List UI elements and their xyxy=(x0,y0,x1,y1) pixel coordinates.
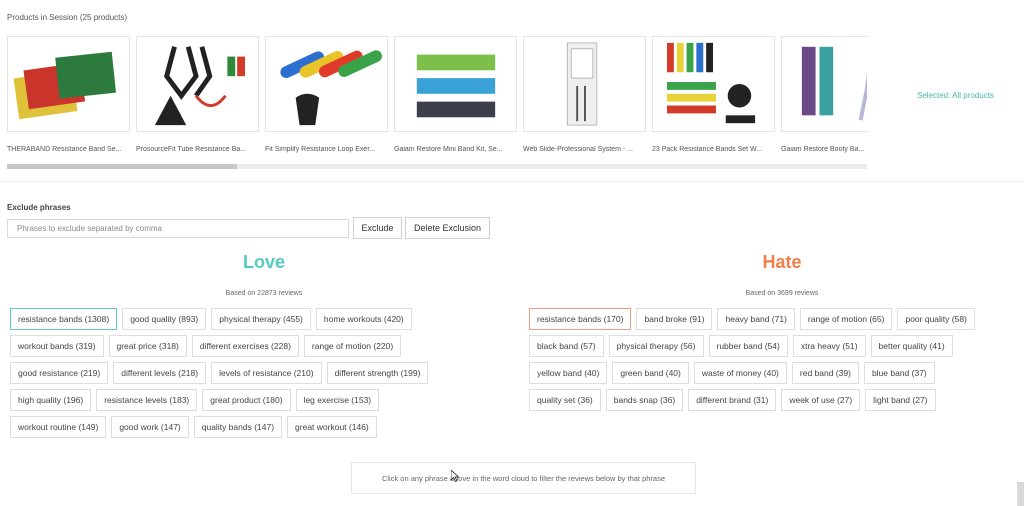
hate-phrase-chip[interactable]: quality set (36) xyxy=(529,389,601,411)
products-section-title: Products in Session (25 products) xyxy=(7,13,128,22)
love-phrase-chip[interactable]: resistance bands (1308) xyxy=(10,308,118,330)
flat-resistance-bands-image xyxy=(13,51,117,120)
hate-phrase-row: black band (57) physical therapy (56) rubb… xyxy=(529,335,975,357)
love-phrase-row: high quality (196) resistance levels (183… xyxy=(10,389,428,411)
love-phrase-row: resistance bands (1308) good quality (893… xyxy=(10,308,428,330)
mouse-cursor-icon xyxy=(451,470,459,482)
hate-phrase-chip[interactable]: rubber band (54) xyxy=(708,335,788,357)
hate-phrase-chip[interactable]: yellow band (40) xyxy=(529,362,608,384)
product-carousel[interactable] xyxy=(7,36,867,134)
love-phrase-chip[interactable]: levels of resistance (210) xyxy=(211,362,322,384)
product-caption[interactable]: Gaiam Restore Mini Band Kit, Se... xyxy=(394,146,518,153)
product-caption[interactable]: ProsourceFit Tube Resistance Ba... xyxy=(136,146,260,153)
section-divider xyxy=(0,181,1024,182)
hate-phrase-chip[interactable]: better quality (41) xyxy=(870,335,953,357)
product-card[interactable] xyxy=(394,36,517,132)
hate-based-on: Based on 3699 reviews xyxy=(745,290,819,297)
hate-phrase-chip[interactable]: heavy band (71) xyxy=(717,308,795,330)
love-phrase-chip[interactable]: good resistance (219) xyxy=(10,362,109,384)
exclude-phrases-input[interactable] xyxy=(7,219,349,238)
phrase-filter-hint: Click on any phrase above in the word cl… xyxy=(351,462,696,494)
delete-exclusion-button[interactable]: Delete Exclusion xyxy=(405,217,490,239)
love-phrase-row: good resistance (219) different levels (2… xyxy=(10,362,429,384)
love-phrase-chip[interactable]: great workout (146) xyxy=(287,416,377,438)
loop-bands-image xyxy=(280,50,382,126)
product-caption[interactable]: 23 Pack Resistance Bands Set W... xyxy=(652,146,776,153)
hate-phrase-row: yellow band (40) green band (40) waste of … xyxy=(529,362,975,384)
product-card[interactable] xyxy=(523,36,646,132)
hate-phrase-chip[interactable]: light band (27) xyxy=(865,389,936,411)
love-phrase-chip[interactable]: workout bands (319) xyxy=(10,335,104,357)
hate-phrase-chip[interactable]: black band (57) xyxy=(529,335,604,357)
product-caption[interactable]: Web Slide-Professional System - ... xyxy=(523,146,647,153)
love-phrase-chip[interactable]: different strength (199) xyxy=(326,362,429,384)
love-based-on: Based on 22873 reviews xyxy=(225,290,303,297)
booty-band-image xyxy=(801,46,867,121)
love-phrase-chip[interactable]: good work (147) xyxy=(111,416,189,438)
love-phrase-chip[interactable]: great product (180) xyxy=(202,389,291,411)
hate-title: Hate xyxy=(762,252,802,272)
love-phrase-cloud: resistance bands (1308) good quality (893… xyxy=(10,308,429,443)
product-caption[interactable]: Fit Simplify Resistance Loop Exer... xyxy=(265,146,389,153)
hate-phrase-chip[interactable]: resistance bands (170) xyxy=(529,308,632,330)
love-phrase-chip[interactable]: good quality (893) xyxy=(122,308,207,330)
hate-phrase-chip[interactable]: week of use (27) xyxy=(781,389,861,411)
bands-set-image xyxy=(666,42,756,124)
product-caption[interactable]: THERABAND Resistance Band Se... xyxy=(7,146,131,153)
love-phrase-chip[interactable]: home workouts (420) xyxy=(315,308,412,330)
love-phrase-chip[interactable]: resistance levels (183) xyxy=(96,389,198,411)
product-captions: THERABAND Resistance Band Se... Prosource… xyxy=(7,146,867,158)
hate-phrase-row: quality set (36) bands snap (36) different… xyxy=(529,389,975,411)
hate-phrase-chip[interactable]: physical therapy (56) xyxy=(608,335,704,357)
love-title: Love xyxy=(242,252,285,272)
love-phrase-row: workout bands (319) great price (318) diff… xyxy=(10,335,428,357)
hate-phrase-chip[interactable]: range of motion (65) xyxy=(799,308,893,330)
love-phrase-chip[interactable]: leg exercise (153) xyxy=(295,389,380,411)
love-phrase-chip[interactable]: range of motion (220) xyxy=(303,335,402,357)
exclude-button[interactable]: Exclude xyxy=(353,217,402,239)
hate-phrase-chip[interactable]: different brand (31) xyxy=(688,389,777,411)
hate-phrase-chip[interactable]: green band (40) xyxy=(612,362,689,384)
product-card[interactable] xyxy=(136,36,259,132)
exclude-phrases-title: Exclude phrases xyxy=(7,203,71,212)
product-card[interactable] xyxy=(652,36,775,132)
hate-phrase-chip[interactable]: poor quality (58) xyxy=(897,308,975,330)
love-phrase-chip[interactable]: different exercises (228) xyxy=(191,335,299,357)
hate-phrase-chip[interactable]: red band (39) xyxy=(791,362,859,384)
selected-products-label[interactable]: Selected: All products xyxy=(917,91,994,100)
love-phrase-chip[interactable]: high quality (196) xyxy=(10,389,92,411)
product-card[interactable] xyxy=(7,36,130,132)
hate-phrase-chip[interactable]: waste of money (40) xyxy=(693,362,787,384)
hate-phrase-chip[interactable]: bands snap (36) xyxy=(605,389,684,411)
wall-system-image xyxy=(566,42,598,126)
love-phrase-chip[interactable]: great price (318) xyxy=(108,335,187,357)
product-card[interactable] xyxy=(265,36,388,132)
love-phrase-row: workout routine (149) good work (147) qual… xyxy=(10,416,428,438)
hate-phrase-chip[interactable]: band broke (91) xyxy=(636,308,713,330)
product-card[interactable] xyxy=(781,36,867,132)
love-phrase-chip[interactable]: workout routine (149) xyxy=(10,416,107,438)
tube-resistance-bands-image xyxy=(154,46,245,126)
hate-phrase-row: resistance bands (170) band broke (91) hea… xyxy=(529,308,975,330)
hate-phrase-cloud: resistance bands (170) band broke (91) hea… xyxy=(529,308,975,416)
hate-phrase-chip[interactable]: blue band (37) xyxy=(863,362,935,384)
side-panel-edge xyxy=(1017,482,1024,506)
mini-band-kit-image xyxy=(416,54,496,118)
carousel-scrollbar-thumb[interactable] xyxy=(7,164,237,169)
love-phrase-chip[interactable]: different levels (218) xyxy=(113,362,207,384)
product-caption[interactable]: Gaiam Restore Booty Ba... xyxy=(781,146,867,153)
love-phrase-chip[interactable]: quality bands (147) xyxy=(193,416,283,438)
hate-phrase-chip[interactable]: xtra heavy (51) xyxy=(792,335,866,357)
carousel-scrollbar[interactable] xyxy=(7,164,867,169)
love-phrase-chip[interactable]: physical therapy (455) xyxy=(211,308,311,330)
